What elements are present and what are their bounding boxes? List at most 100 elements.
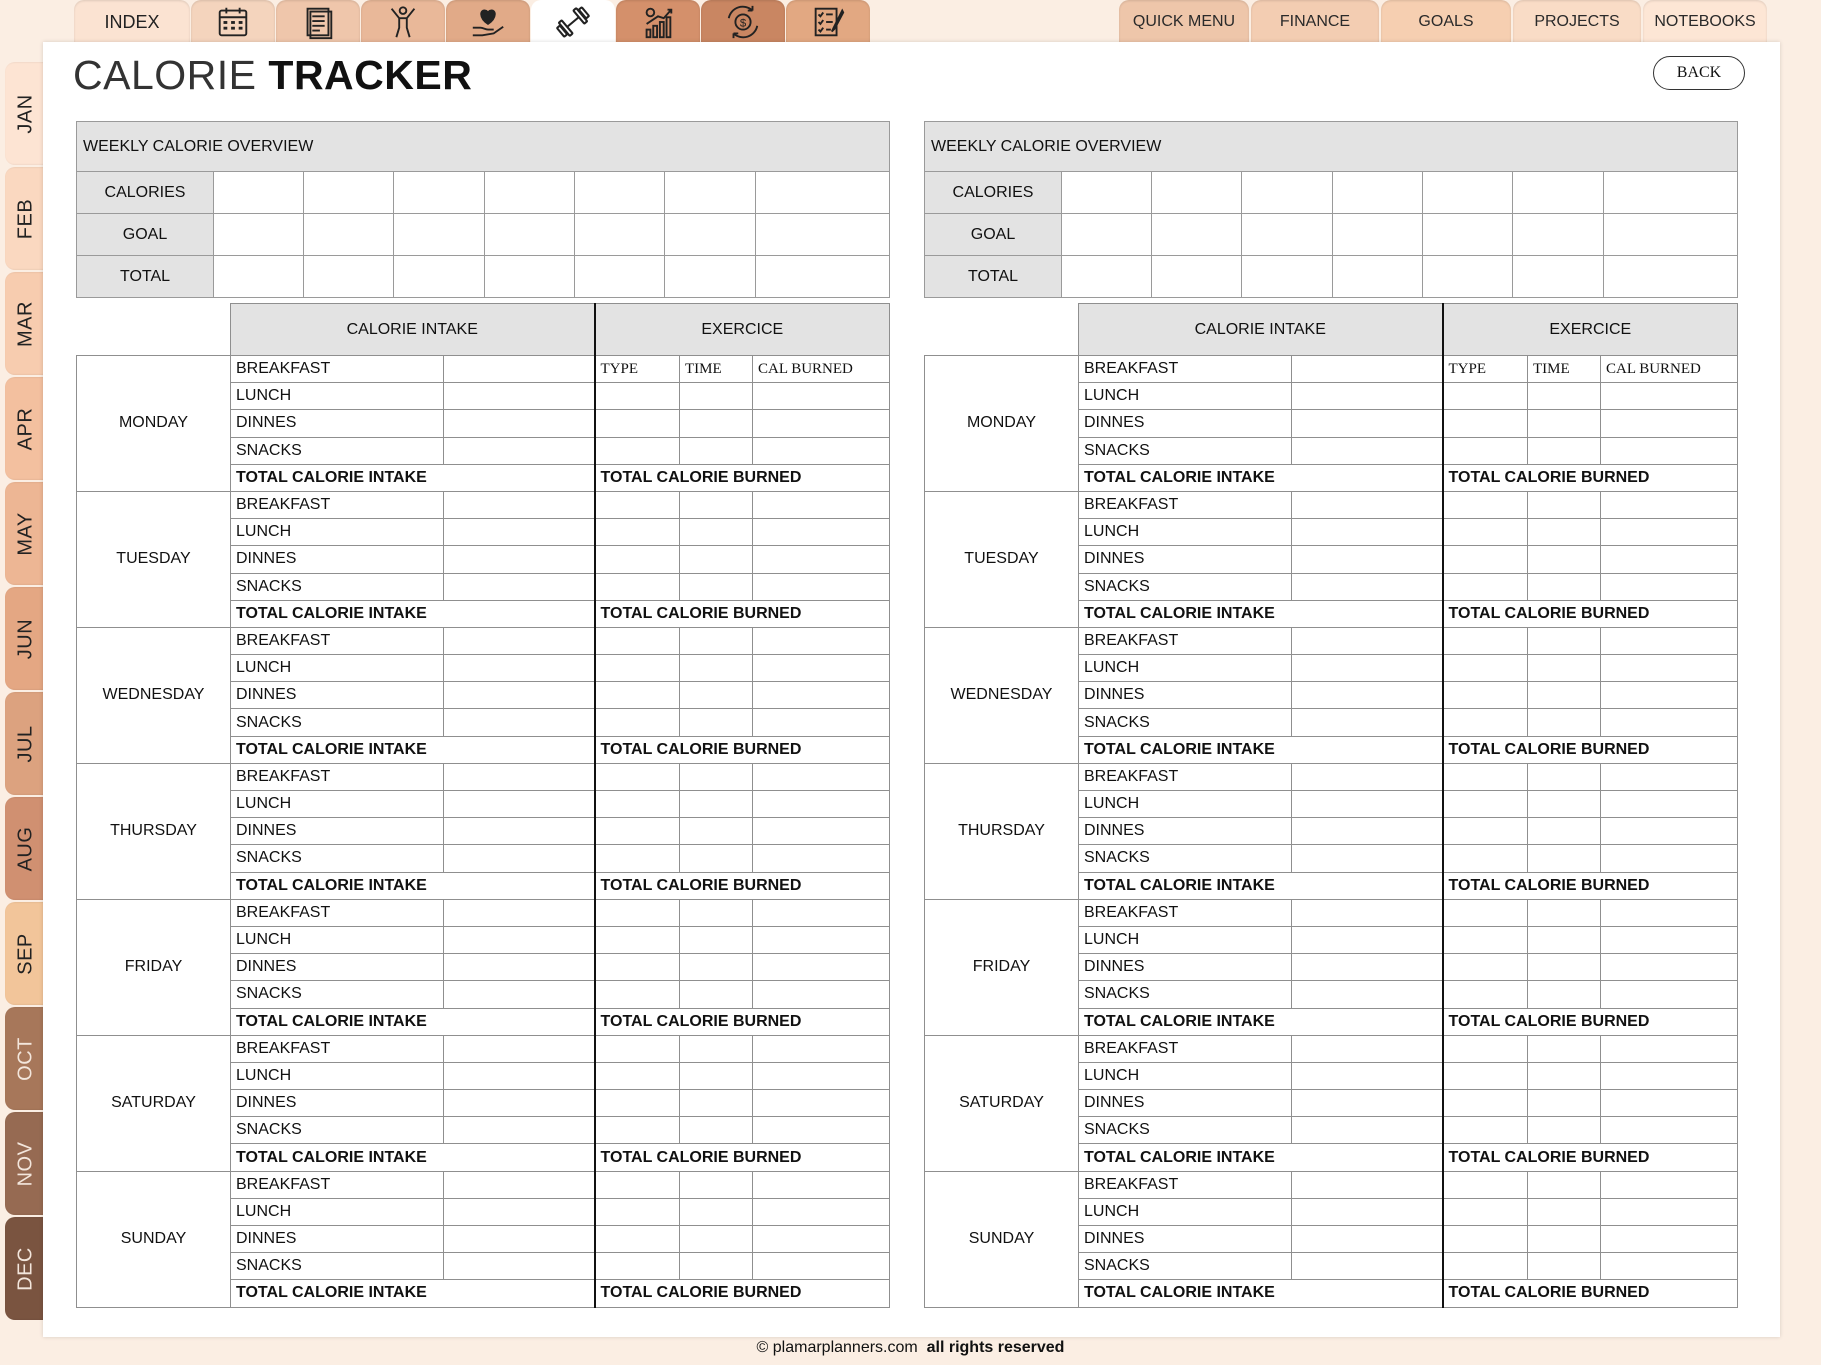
exercise-time-input[interactable]	[1527, 953, 1602, 982]
exercise-time-input[interactable]	[679, 980, 754, 1009]
exercise-time-input[interactable]	[1527, 490, 1602, 520]
exercise-time-input[interactable]	[1527, 545, 1602, 574]
exercise-time-input[interactable]	[679, 490, 754, 520]
exercise-time-input[interactable]	[1527, 1034, 1602, 1063]
weekly-input-cell[interactable]	[1422, 213, 1513, 256]
exercise-type-input[interactable]	[593, 980, 681, 1009]
meal-calorie-input[interactable]	[1290, 953, 1444, 982]
month-tab-feb[interactable]: FEB	[5, 167, 47, 270]
exercise-time-input[interactable]	[1527, 626, 1602, 656]
exercise-time-input[interactable]	[679, 681, 754, 710]
cal-burned-input[interactable]	[1600, 1061, 1739, 1091]
weekly-input-cell[interactable]	[664, 255, 756, 298]
tab-goals[interactable]: GOALS	[1381, 0, 1511, 44]
cal-burned-input[interactable]	[1600, 844, 1739, 873]
exercise-type-input[interactable]	[1441, 1116, 1529, 1145]
tab-growth[interactable]	[616, 0, 700, 44]
exercise-time-input[interactable]	[1527, 1061, 1602, 1091]
exercise-time-input[interactable]	[1527, 1224, 1602, 1254]
exercise-type-input[interactable]	[593, 844, 681, 873]
meal-calorie-input[interactable]	[442, 1116, 596, 1145]
cal-burned-input[interactable]	[1600, 1034, 1739, 1063]
meal-calorie-input[interactable]	[442, 1061, 596, 1091]
meal-calorie-input[interactable]	[1290, 925, 1444, 955]
exercise-time-input[interactable]	[679, 1061, 754, 1091]
exercise-time-input[interactable]	[679, 1034, 754, 1063]
exercise-type-input[interactable]	[593, 789, 681, 819]
exercise-time-input[interactable]	[679, 898, 754, 927]
cal-burned-input[interactable]	[1600, 626, 1739, 656]
exercise-type-input[interactable]	[1441, 545, 1529, 574]
exercise-time-input[interactable]	[1527, 1116, 1602, 1145]
tab-notebooks[interactable]: NOTEBOOKS	[1643, 0, 1767, 44]
exercise-time-input[interactable]	[1527, 844, 1602, 873]
cal-burned-input[interactable]	[752, 1224, 891, 1254]
cal-burned-input[interactable]	[752, 762, 891, 792]
tab-wellness[interactable]	[361, 0, 445, 44]
exercise-time-input[interactable]	[679, 654, 754, 683]
exercise-type-input[interactable]	[593, 1089, 681, 1118]
month-tab-apr[interactable]: APR	[5, 377, 47, 480]
weekly-input-cell[interactable]	[1241, 255, 1333, 298]
weekly-input-cell[interactable]	[574, 255, 665, 298]
exercise-time-input[interactable]	[679, 817, 754, 846]
meal-calorie-input[interactable]	[442, 1224, 596, 1254]
meal-calorie-input[interactable]	[442, 1034, 596, 1063]
exercise-time-input[interactable]	[679, 1224, 754, 1254]
exercise-type-input[interactable]	[1441, 817, 1529, 846]
cal-burned-input[interactable]	[752, 1170, 891, 1199]
exercise-time-input[interactable]	[679, 1197, 754, 1227]
exercise-time-input[interactable]	[679, 762, 754, 792]
exercise-type-input[interactable]	[593, 654, 681, 683]
exercise-type-input[interactable]	[1441, 925, 1529, 955]
cal-burned-input[interactable]	[752, 1197, 891, 1227]
exercise-time-input[interactable]	[1527, 817, 1602, 846]
exercise-time-input[interactable]	[1527, 898, 1602, 927]
exercise-type-input[interactable]	[593, 436, 681, 465]
cal-burned-input[interactable]	[752, 1089, 891, 1118]
cal-burned-input[interactable]	[752, 409, 891, 438]
month-tab-jun[interactable]: JUN	[5, 587, 47, 690]
weekly-input-cell[interactable]	[1151, 213, 1242, 256]
weekly-input-cell[interactable]	[1241, 171, 1333, 214]
weekly-input-cell[interactable]	[664, 213, 756, 256]
meal-calorie-input[interactable]	[1290, 572, 1444, 601]
exercise-time-input[interactable]	[679, 545, 754, 574]
exercise-time-input[interactable]	[679, 844, 754, 873]
exercise-type-input[interactable]	[593, 1197, 681, 1227]
exercise-time-input[interactable]	[679, 518, 754, 547]
meal-calorie-input[interactable]	[1290, 1224, 1444, 1254]
cal-burned-input[interactable]	[1600, 518, 1739, 547]
exercise-time-input[interactable]	[1527, 1170, 1602, 1199]
month-tab-nov[interactable]: NOV	[5, 1112, 47, 1215]
weekly-input-cell[interactable]	[484, 213, 575, 256]
tab-index[interactable]: INDEX	[74, 0, 190, 44]
meal-calorie-input[interactable]	[442, 925, 596, 955]
meal-calorie-input[interactable]	[442, 898, 596, 927]
meal-calorie-input[interactable]	[1290, 1061, 1444, 1091]
month-tab-aug[interactable]: AUG	[5, 797, 47, 900]
exercise-type-input[interactable]	[593, 1252, 681, 1281]
tab-finance[interactable]: $	[701, 0, 785, 44]
cal-burned-input[interactable]	[1600, 436, 1739, 465]
cal-burned-input[interactable]	[752, 490, 891, 520]
exercise-type-input[interactable]	[1441, 898, 1529, 927]
meal-calorie-input[interactable]	[442, 1089, 596, 1118]
weekly-input-cell[interactable]	[1512, 171, 1604, 214]
cal-burned-input[interactable]	[1600, 1170, 1739, 1199]
exercise-time-input[interactable]	[679, 789, 754, 819]
exercise-time-input[interactable]	[1527, 980, 1602, 1009]
weekly-input-cell[interactable]	[213, 255, 304, 298]
tab-calendar[interactable]	[191, 0, 275, 44]
meal-calorie-input[interactable]	[442, 980, 596, 1009]
exercise-time-input[interactable]	[679, 708, 754, 737]
tab-tasks[interactable]	[786, 0, 870, 44]
exercise-time-input[interactable]	[1527, 436, 1602, 465]
meal-calorie-input[interactable]	[1290, 490, 1444, 520]
meal-calorie-input[interactable]	[442, 708, 596, 737]
meal-calorie-input[interactable]	[1290, 844, 1444, 873]
cal-burned-input[interactable]	[1600, 1252, 1739, 1281]
exercise-type-input[interactable]	[593, 572, 681, 601]
exercise-type-input[interactable]	[593, 898, 681, 927]
meal-calorie-input[interactable]	[442, 409, 596, 438]
